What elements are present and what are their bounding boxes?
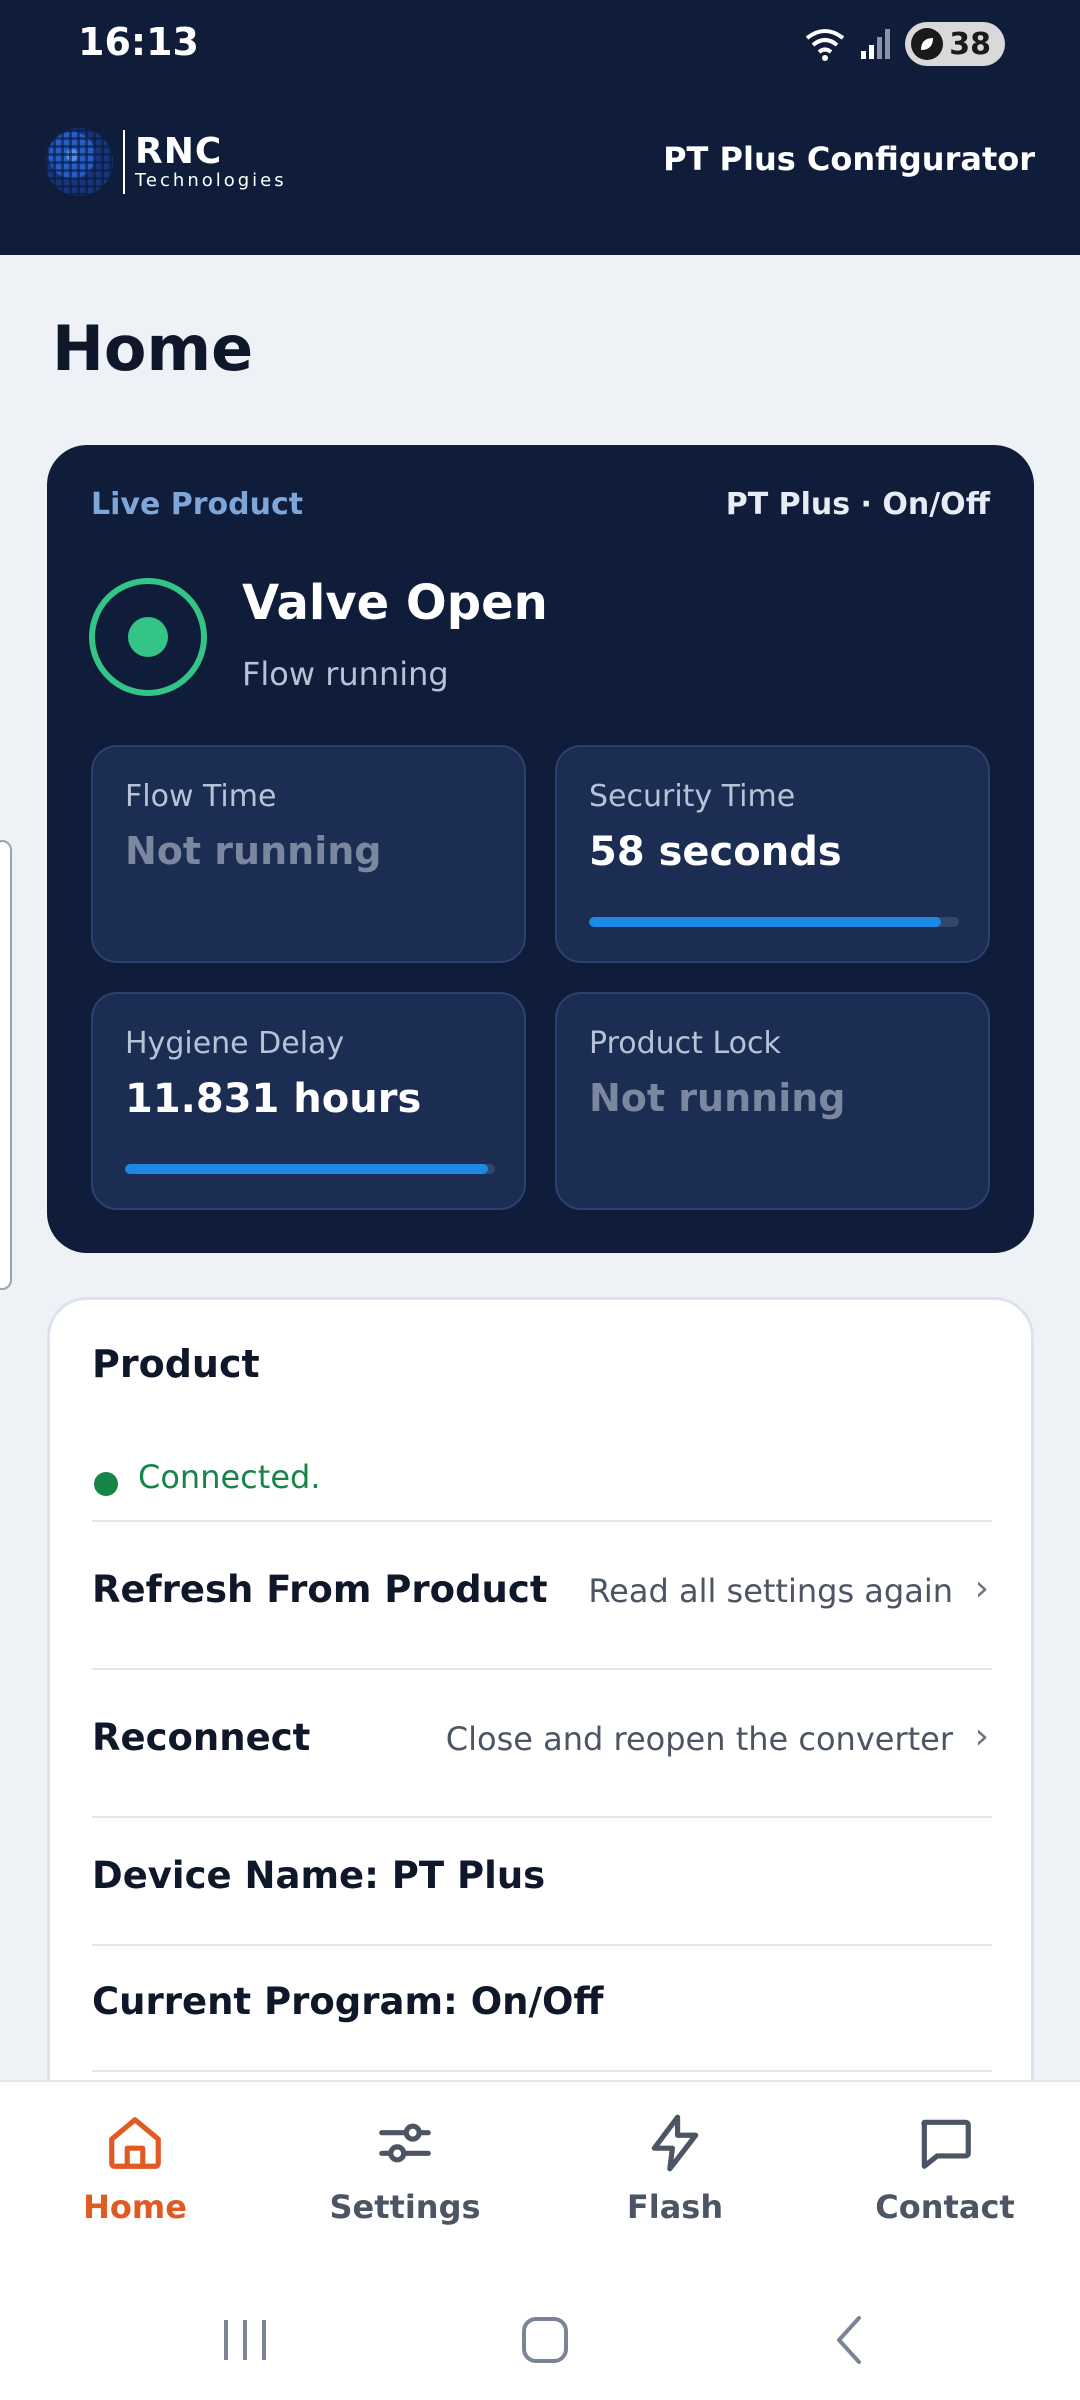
flow-time-tile: Flow Time Not running xyxy=(91,745,526,963)
app-title: PT Plus Configurator xyxy=(663,140,1035,178)
logo-name: RNC xyxy=(135,131,223,172)
device-name-row: Device Name: PT Plus xyxy=(92,1854,546,1897)
page-title: Home xyxy=(52,312,254,385)
security-time-tile: Security Time 58 seconds xyxy=(555,745,990,963)
tile-value: 11.831 hours xyxy=(125,1076,422,1122)
battery-level: 38 xyxy=(949,26,991,62)
sliders-icon xyxy=(379,2123,431,2163)
globe-icon xyxy=(45,128,113,196)
edge-panel-handle[interactable] xyxy=(0,840,12,1290)
app-header: 16:13 38 RNC Technologies PT Plus Config… xyxy=(0,0,1080,255)
product-card-title: Product xyxy=(92,1342,260,1386)
security-time-progress xyxy=(589,917,959,927)
hygiene-delay-tile: Hygiene Delay 11.831 hours xyxy=(91,992,526,1210)
product-card: Product Connected. Refresh From Product … xyxy=(47,1297,1034,2157)
connection-status-text: Connected. xyxy=(138,1458,321,1496)
hygiene-delay-progress xyxy=(125,1164,495,1174)
home-icon xyxy=(109,2117,161,2169)
product-lock-tile: Product Lock Not running xyxy=(555,992,990,1210)
valve-status-subtitle: Flow running xyxy=(242,655,449,693)
row-label: Reconnect xyxy=(92,1716,311,1759)
live-product-model: PT Plus · On/Off xyxy=(725,487,990,522)
valve-status-title: Valve Open xyxy=(242,575,548,631)
tile-label: Flow Time xyxy=(125,779,277,814)
live-product-label: Live Product xyxy=(91,487,304,522)
bottom-navigation: Home Settings Flash Contact xyxy=(0,2080,1080,2280)
tile-label: Product Lock xyxy=(589,1026,781,1061)
nav-home[interactable]: Home xyxy=(15,2112,255,2226)
tile-value: Not running xyxy=(125,829,382,873)
connection-status-dot xyxy=(94,1472,118,1496)
home-button-icon[interactable] xyxy=(515,2310,575,2370)
wifi-icon xyxy=(806,29,845,61)
row-label: Refresh From Product xyxy=(92,1568,548,1611)
nav-flash[interactable]: Flash xyxy=(555,2112,795,2226)
row-hint: Close and reopen the converter xyxy=(445,1720,953,1758)
tile-value: Not running xyxy=(589,1076,846,1120)
chevron-right-icon: › xyxy=(974,1716,989,1757)
chevron-right-icon: › xyxy=(974,1568,989,1609)
row-hint: Read all settings again xyxy=(588,1572,953,1610)
tile-label: Security Time xyxy=(589,779,796,814)
current-program-row: Current Program: On/Off xyxy=(92,1980,604,2023)
status-icons: 38 xyxy=(803,22,1005,66)
message-icon xyxy=(921,2119,971,2169)
signal-icon xyxy=(861,29,891,59)
system-navigation-bar xyxy=(0,2280,1080,2400)
nav-label: Contact xyxy=(875,2188,1015,2226)
lightning-icon xyxy=(651,2114,699,2172)
nav-label: Settings xyxy=(329,2188,481,2226)
tile-value: 58 seconds xyxy=(589,829,842,875)
nav-label: Home xyxy=(83,2188,187,2226)
recent-apps-icon[interactable] xyxy=(220,2310,270,2370)
nav-contact[interactable]: Contact xyxy=(825,2112,1065,2226)
logo-sub: Technologies xyxy=(135,170,287,191)
back-icon[interactable] xyxy=(825,2310,875,2370)
nav-label: Flash xyxy=(626,2188,724,2226)
live-product-card: Live Product PT Plus · On/Off Valve Open… xyxy=(47,445,1034,1253)
company-logo: RNC Technologies xyxy=(45,128,287,196)
nav-settings[interactable]: Settings xyxy=(285,2112,525,2226)
status-time: 16:13 xyxy=(78,20,199,64)
tile-label: Hygiene Delay xyxy=(125,1026,345,1061)
battery-indicator: 38 xyxy=(905,22,1005,66)
leaf-icon xyxy=(911,28,944,60)
valve-status-icon xyxy=(89,578,207,696)
